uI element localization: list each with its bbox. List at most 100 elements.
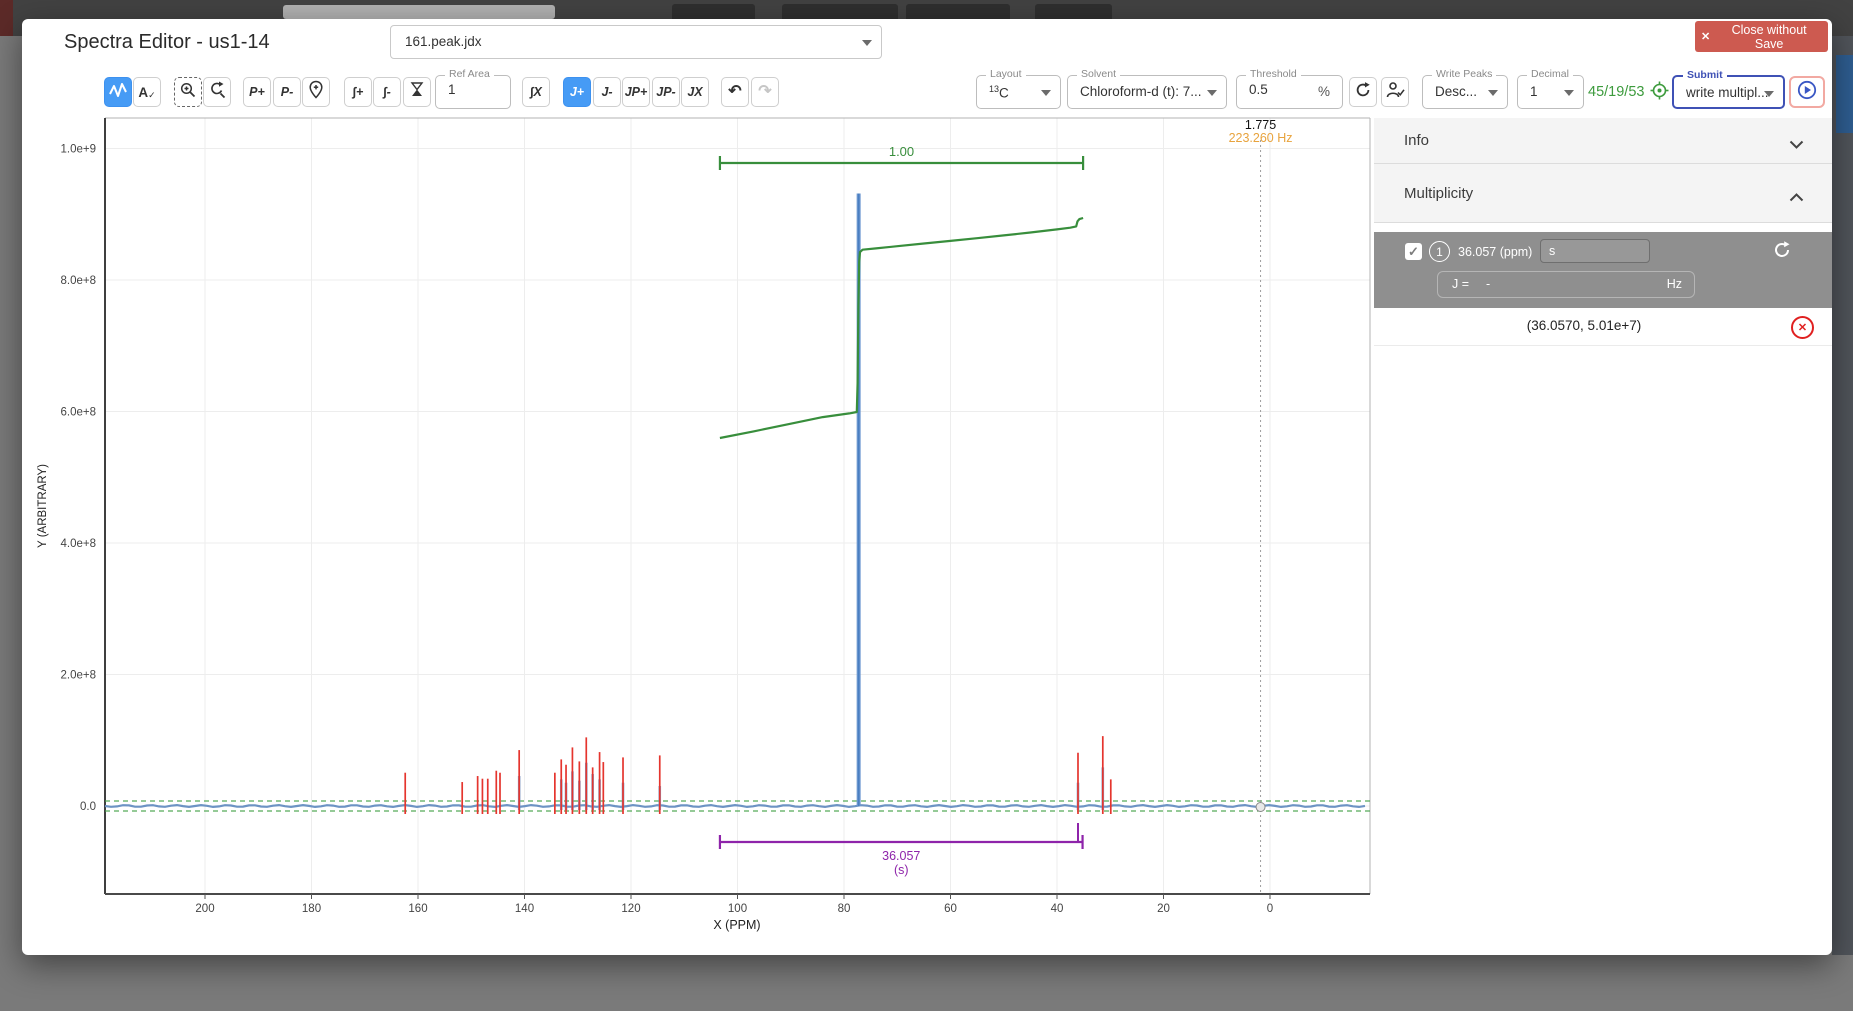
j-coupling-field[interactable]: J = - Hz [1437, 271, 1695, 298]
chevron-down-icon [1041, 90, 1051, 96]
spectra-editor-dialog: Spectra Editor - us1-14 161.peak.jdx ✕ C… [22, 19, 1832, 955]
chevron-down-icon [1564, 90, 1574, 96]
decimal-legend: Decimal [1527, 69, 1573, 81]
grid [105, 118, 1370, 894]
write-peaks-value: Desc... [1435, 84, 1477, 99]
multiplet-peak-add-button[interactable]: JP+ [622, 77, 650, 107]
peak-counter: 45/19/53 [1588, 84, 1644, 100]
baseline-a-icon: A [138, 85, 148, 100]
multiplet-peak-remove-button[interactable]: JP- [652, 77, 680, 107]
multiplicity-input[interactable] [1540, 239, 1650, 263]
multiplet-refresh-button[interactable] [1772, 240, 1792, 265]
svg-text:120: 120 [621, 903, 640, 915]
baseline-correction-button[interactable]: A✓ [133, 77, 161, 107]
person-check-icon [1386, 81, 1405, 104]
location-pin-icon [308, 80, 324, 104]
svg-text:0.0: 0.0 [80, 801, 96, 813]
svg-text:4.0e+8: 4.0e+8 [61, 538, 97, 550]
multiplicity-section-header[interactable]: Multiplicity [1374, 164, 1832, 223]
threshold-field[interactable]: Threshold % [1236, 75, 1343, 109]
submit-select[interactable]: Submit write multipl... [1672, 75, 1785, 109]
show-spectrum-button[interactable] [104, 77, 132, 107]
play-icon [1796, 79, 1818, 106]
svg-text:8.0e+8: 8.0e+8 [61, 275, 97, 287]
multiplet-index-badge: 1 [1429, 241, 1450, 262]
integral-label: 1.00 [889, 144, 914, 159]
baseline-check-icon: ✓ [148, 90, 156, 101]
redo-icon: ↷ [758, 84, 771, 100]
peak-add-button[interactable]: P+ [243, 77, 271, 107]
red-peaks [405, 736, 1111, 814]
background-app-button [906, 4, 1010, 19]
svg-text:20: 20 [1157, 903, 1170, 915]
background-app-logo-strip [0, 0, 13, 36]
j-label: J = [1452, 277, 1469, 291]
toolbar: A✓ P+ P- [22, 19, 1832, 114]
multiplet-checkbox[interactable]: ✓ [1405, 243, 1422, 260]
delete-peak-button[interactable]: ✕ [1791, 316, 1814, 339]
layout-select[interactable]: Layout 13C [976, 75, 1061, 109]
counter-target-icon[interactable] [1649, 80, 1670, 106]
crosshair-ppm-label: 1.775 [1245, 118, 1276, 132]
svg-text:160: 160 [408, 903, 427, 915]
write-peaks-select[interactable]: Write Peaks Desc... [1422, 75, 1508, 109]
chevron-down-icon [1207, 90, 1217, 96]
solvent-legend: Solvent [1077, 69, 1120, 81]
svg-text:100: 100 [728, 903, 747, 915]
spectrum-zigzag-icon [108, 81, 128, 104]
multiplet-remove-button[interactable]: J- [593, 77, 621, 107]
multiplet-type-label: (s) [894, 863, 909, 877]
multiplet-card: ✓ 1 36.057 (ppm) J = - Hz [1374, 232, 1832, 308]
zoom-reset-button[interactable] [203, 77, 231, 107]
blue-peaks [519, 763, 1103, 810]
solvent-select[interactable]: Solvent Chloroform-d (t): 7... [1067, 75, 1227, 109]
integral-x-button[interactable]: ∫X [522, 77, 550, 107]
refresh-peaks-button[interactable] [1349, 77, 1377, 107]
peak-coordinates-row: (36.0570, 5.01e+7) ✕ [1374, 308, 1832, 346]
j-unit: Hz [1667, 277, 1682, 291]
background-app-right-accent [1836, 55, 1853, 133]
auto-assign-button[interactable] [1381, 77, 1409, 107]
multiplicity-section-label: Multiplicity [1404, 185, 1473, 202]
refresh-icon [1354, 81, 1372, 104]
svg-text:1.0e+9: 1.0e+9 [61, 144, 97, 156]
multiplet-add-button[interactable]: J+ [563, 77, 591, 107]
svg-text:2.0e+8: 2.0e+8 [61, 670, 97, 682]
write-peaks-legend: Write Peaks [1432, 69, 1496, 81]
hourglass-icon [410, 81, 424, 103]
auto-integrate-button[interactable] [403, 77, 431, 107]
svg-text:180: 180 [302, 903, 321, 915]
undo-icon: ↶ [728, 84, 741, 100]
svg-text:6.0e+8: 6.0e+8 [61, 407, 97, 419]
ref-area-input[interactable] [446, 81, 494, 98]
j-value: - [1486, 277, 1490, 291]
multiplet-x-button[interactable]: JX [681, 77, 709, 107]
zoom-reset-icon [208, 81, 227, 104]
chevron-down-icon [1488, 90, 1498, 96]
peak-remove-button[interactable]: P- [273, 77, 301, 107]
zoom-peak-picking-button[interactable] [174, 77, 202, 107]
submit-value: write multipl... [1686, 85, 1769, 100]
crosshair-hz-label: 223.260 Hz [1229, 131, 1293, 145]
integral-add-button[interactable]: ∫+ [344, 77, 372, 107]
layout-value: 13C [989, 84, 1009, 101]
svg-text:Y (ARBITRARY): Y (ARBITRARY) [37, 464, 49, 548]
run-submit-button[interactable] [1789, 76, 1825, 108]
side-panel: Info Multiplicity ✓ 1 36.057 (ppm) [1374, 118, 1832, 948]
background-app-button [1035, 4, 1112, 19]
svg-text:X (PPM): X (PPM) [713, 918, 760, 932]
undo-button[interactable]: ↶ [721, 77, 749, 107]
background-app-searchbar [283, 5, 555, 19]
spectrum-chart[interactable]: 1.0e+98.0e+86.0e+84.0e+82.0e+80.02001801… [30, 112, 1375, 940]
peak-pick-button[interactable] [302, 77, 330, 107]
ref-area-field[interactable]: Ref Area [435, 75, 511, 109]
decimal-select[interactable]: Decimal 1 [1517, 75, 1584, 109]
magnifier-icon [179, 81, 197, 104]
threshold-unit: % [1318, 84, 1330, 99]
integral-remove-button[interactable]: ∫- [373, 77, 401, 107]
redo-button[interactable]: ↷ [751, 77, 779, 107]
threshold-input[interactable] [1247, 81, 1301, 98]
info-section-header[interactable]: Info [1374, 118, 1832, 164]
ref-area-legend: Ref Area [445, 69, 494, 81]
decimal-value: 1 [1530, 84, 1538, 99]
